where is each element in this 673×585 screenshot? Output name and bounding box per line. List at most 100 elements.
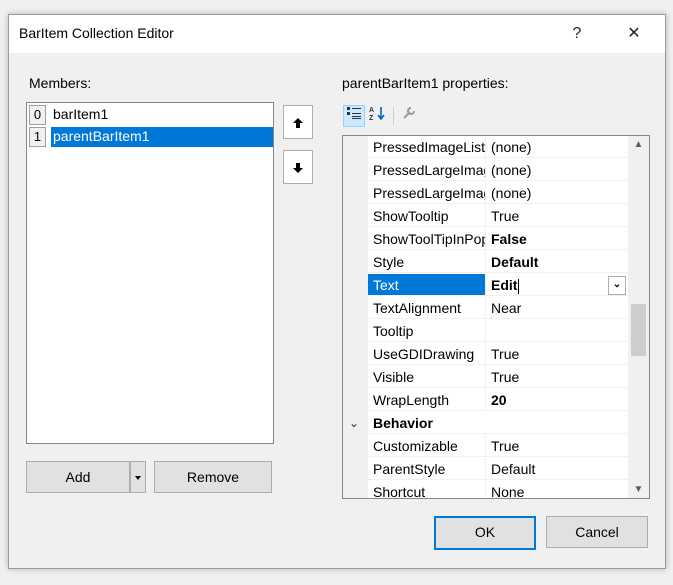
property-value-text: (none) [491,162,532,178]
property-name: Tooltip [368,320,485,342]
item-index: 0 [29,105,46,125]
property-value-text: Default [491,461,536,477]
property-value-text: True [491,346,520,362]
property-value-text: None [491,484,525,499]
property-value[interactable]: None [485,481,628,499]
vertical-scrollbar[interactable]: ▲ ▼ [628,136,649,498]
svg-text:Z: Z [369,115,374,121]
property-name: PressedLargeImageIndex [368,159,485,181]
toolbar-divider [393,107,394,125]
alphabetical-sort-icon[interactable]: AZ [367,105,389,127]
property-value[interactable]: (none) [485,159,628,181]
scroll-down-icon[interactable]: ▼ [628,481,649,498]
collection-editor-dialog: BarItem Collection Editor ? ✕ Members: p… [8,14,666,569]
remove-button[interactable]: Remove [154,461,272,493]
move-up-button[interactable] [283,105,313,139]
property-value-text: Default [491,254,539,270]
property-value-text: True [491,438,520,454]
property-value[interactable]: Default [485,251,628,273]
property-row[interactable]: Style Default [343,251,628,274]
property-row[interactable]: PressedImageList (none) [343,136,628,159]
property-value[interactable]: False [485,228,628,250]
property-name: Text [368,274,485,296]
property-pages-icon[interactable] [398,105,420,127]
property-name: PressedLargeImageList [368,182,485,204]
property-value-text: True [491,369,520,385]
add-dropdown-button[interactable] [130,461,146,493]
svg-text:A: A [369,107,374,114]
property-name: Style [368,251,485,273]
arrow-up-icon [293,117,303,128]
property-name: WrapLength [368,389,485,411]
item-index: 1 [29,127,46,147]
help-button[interactable]: ? [554,15,600,53]
property-value-text: (none) [491,139,532,155]
cancel-button[interactable]: Cancel [546,516,648,548]
scroll-up-icon[interactable]: ▲ [628,136,649,153]
property-row[interactable]: Tooltip [343,320,628,343]
property-name: Customizable [368,435,485,457]
property-value[interactable]: (none) [485,136,628,158]
property-row[interactable]: Shortcut None [343,481,628,499]
property-value-text: False [491,231,527,247]
property-row[interactable]: Visible True [343,366,628,389]
property-row[interactable]: ShowTooltip True [343,205,628,228]
property-value-text: (none) [491,185,532,201]
property-value-text: Edit [491,277,518,293]
property-value[interactable]: True [485,343,628,365]
property-value-text: True [491,208,520,224]
list-item[interactable]: 0 barItem1 [27,103,273,125]
property-row[interactable]: UseGDIDrawing True [343,343,628,366]
property-row[interactable]: PressedLargeImageIndex (none) [343,159,628,182]
property-value[interactable]: 20 [485,389,628,411]
property-name: Shortcut [368,481,485,498]
property-value[interactable]: Near [485,297,628,319]
item-name: barItem1 [53,106,109,122]
ok-button[interactable]: OK [434,516,536,550]
categorized-view-icon[interactable] [343,105,365,127]
title-bar: BarItem Collection Editor ? ✕ [9,15,665,53]
property-value[interactable] [485,320,628,342]
window-title: BarItem Collection Editor [19,25,174,41]
property-name: ShowToolTipInPopup [368,228,485,250]
dropdown-arrow-icon[interactable]: ⌄ [608,276,626,295]
members-list[interactable]: 0 barItem1 1 parentBarItem1 [26,102,274,444]
property-name: Visible [368,366,485,388]
property-value[interactable]: Default [485,458,628,480]
property-row[interactable]: ShowToolTipInPopup False [343,228,628,251]
property-name: ShowTooltip [368,205,485,227]
chevron-down-icon [135,476,141,480]
move-down-button[interactable] [283,150,313,184]
scroll-thumb[interactable] [631,304,646,356]
property-row[interactable]: PressedLargeImageList (none) [343,182,628,205]
property-row[interactable]: Text Edit ⌄ [343,274,628,297]
add-button-label: Add [65,469,91,485]
cancel-button-label: Cancel [575,524,619,540]
property-name: PressedImageList [368,136,485,158]
property-value-text: Near [491,300,522,316]
property-row[interactable]: Customizable True [343,435,628,458]
property-value[interactable]: True [485,366,628,388]
property-value[interactable]: True [485,205,628,227]
members-label: Members: [29,75,92,91]
property-value[interactable]: (none) [485,182,628,204]
property-row[interactable]: ParentStyle Default [343,458,628,481]
category-spacer [485,412,628,434]
add-button[interactable]: Add [26,461,130,493]
property-row[interactable]: TextAlignment Near [343,297,628,320]
arrow-down-icon [293,162,303,173]
property-row[interactable]: WrapLength 20 [343,389,628,412]
category-label: Behavior [368,412,485,434]
property-grid[interactable]: PressedImageList(none)PressedLargeImageI… [342,135,650,499]
property-row[interactable]: ⌄ Behavior [343,412,628,435]
remove-button-label: Remove [186,469,240,485]
property-value[interactable]: True [485,435,628,457]
property-value-text: 20 [491,392,507,408]
close-button[interactable]: ✕ [611,15,657,53]
list-item[interactable]: 1 parentBarItem1 [27,125,273,147]
property-value[interactable]: Edit ⌄ [485,274,628,296]
ok-button-label: OK [474,524,496,540]
property-name: ParentStyle [368,458,485,480]
item-name: parentBarItem1 [51,127,273,147]
collapse-chevron-icon[interactable]: ⌄ [349,412,359,434]
